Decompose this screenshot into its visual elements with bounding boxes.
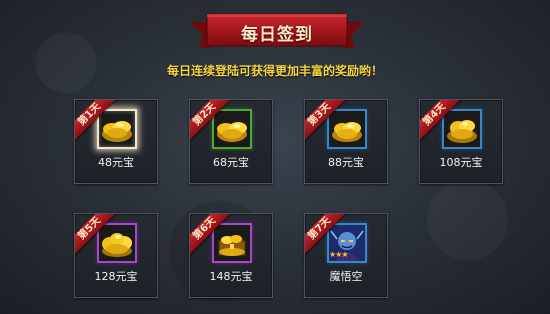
reward-card-day-4[interactable]: 第4天 108元宝 — [419, 99, 503, 184]
page-title: 每日签到 — [241, 25, 313, 45]
reward-label: 148元宝 — [209, 270, 253, 283]
gold-ingots-icon — [102, 121, 132, 142]
reward-label: 88元宝 — [328, 156, 364, 169]
reward-card-day-5[interactable]: 第5天 128元宝 — [74, 213, 158, 298]
gold-ingots-icon — [447, 120, 477, 143]
gold-ingots-icon — [332, 122, 362, 142]
star-rating: ★★★ — [329, 250, 348, 259]
reward-label: 魔悟空 — [329, 270, 363, 283]
title-banner: 每日签到 — [189, 10, 365, 52]
reward-label: 128元宝 — [94, 270, 138, 283]
reward-slot[interactable] — [442, 109, 482, 149]
reward-slot-today[interactable] — [97, 109, 137, 149]
reward-card-day-2[interactable]: 第2天 68元宝 — [189, 99, 273, 184]
gold-ingots-icon — [102, 233, 132, 257]
subtitle-text: 每日连续登陆可获得更加丰富的奖励哟！ — [166, 64, 383, 78]
reward-slot[interactable] — [212, 109, 252, 149]
reward-card-day-1[interactable]: 第1天 48元宝 — [74, 99, 158, 184]
reward-card-day-6[interactable]: 第6天 148元宝 — [189, 213, 273, 298]
reward-label: 68元宝 — [213, 156, 249, 169]
gold-ingots-icon — [217, 122, 247, 142]
reward-label: 48元宝 — [98, 156, 134, 169]
reward-card-day-7[interactable]: 第7天 ★★★ 魔悟空 — [304, 213, 388, 298]
reward-slot[interactable] — [212, 223, 252, 263]
reward-label: 108元宝 — [439, 156, 483, 169]
gold-treasure-chest-icon — [217, 235, 247, 256]
reward-slot[interactable] — [97, 223, 137, 263]
reward-card-day-3[interactable]: 第3天 88元宝 — [304, 99, 388, 184]
reward-slot[interactable] — [327, 109, 367, 149]
